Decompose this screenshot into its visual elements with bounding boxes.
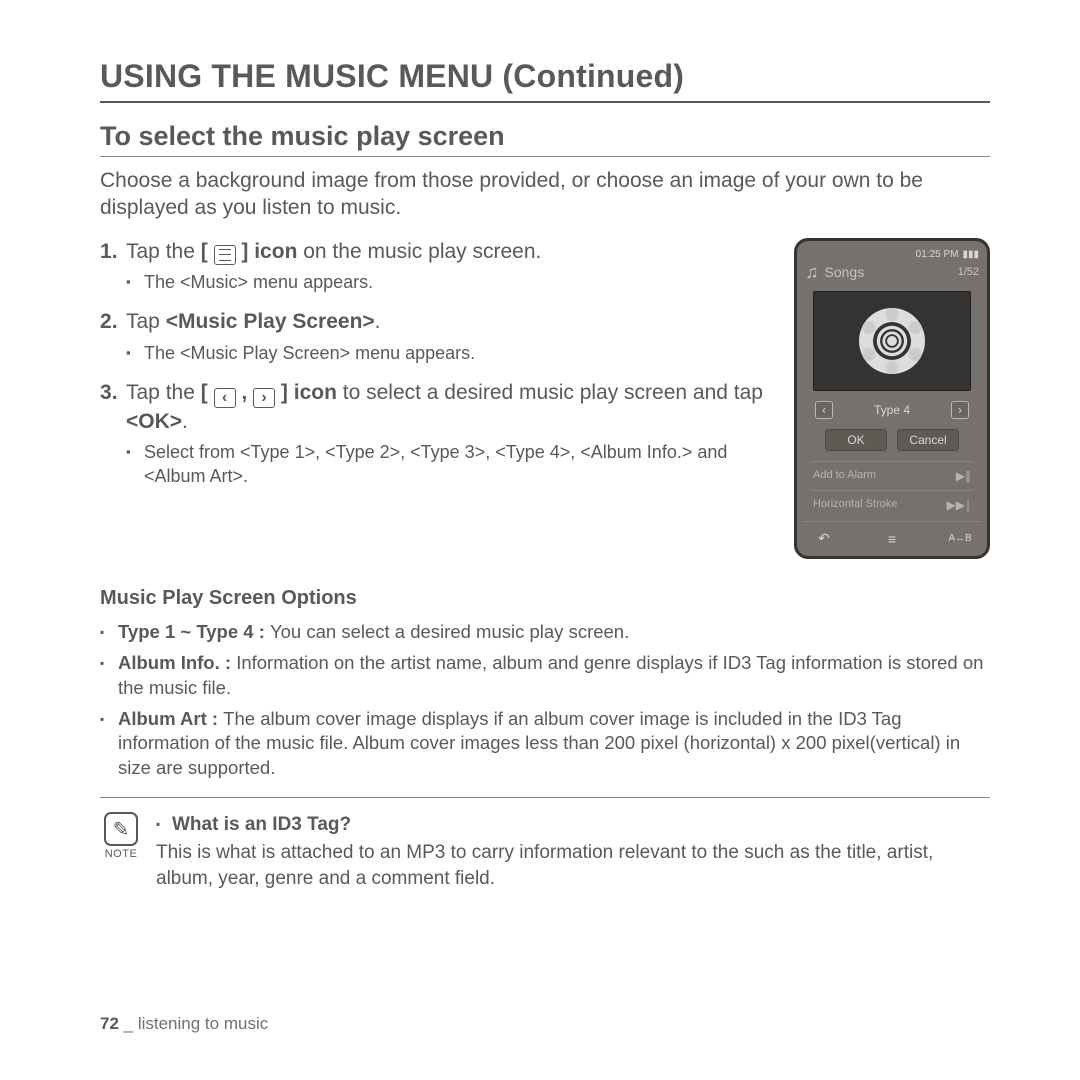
step-2: Tap <Music Play Screen>. The <Music Play…: [100, 308, 770, 365]
back-icon: ↶: [813, 530, 835, 548]
device-row-1: Add to Alarm: [813, 469, 876, 483]
step-2-bold: <Music Play Screen>: [166, 310, 375, 333]
intro-paragraph: Choose a background image from those pro…: [100, 167, 990, 222]
step-3-sub: Select from <Type 1>, <Type 2>, <Type 3>…: [126, 441, 770, 488]
note-badge: ✎ NOTE: [100, 812, 142, 860]
device-type-label: Type 4: [874, 403, 910, 417]
options-list: Type 1 ~ Type 4 : You can select a desir…: [100, 620, 990, 799]
step-3-text-e: .: [182, 410, 188, 433]
step-3-text-a: Tap the: [126, 381, 201, 404]
option-albumart-body: The album cover image displays if an alb…: [118, 708, 960, 779]
option-type: Type 1 ~ Type 4 : You can select a desir…: [100, 620, 990, 645]
step-3-text-c: to select a desired music play screen an…: [337, 381, 763, 404]
chapter-name: listening to music: [138, 1014, 268, 1033]
step-2-sub: The <Music Play Screen> menu appears.: [126, 342, 770, 365]
step-2-text-a: Tap: [126, 310, 166, 333]
note-question: What is an ID3 Tag?: [156, 812, 990, 838]
option-albuminfo-lead: Album Info. :: [118, 652, 236, 673]
page-title: USING THE MUSIC MENU (Continued): [100, 58, 990, 103]
device-album-art: [813, 291, 971, 391]
step-1: Tap the [ ] icon on the music play scree…: [100, 238, 770, 295]
section-title: To select the music play screen: [100, 121, 990, 157]
options-title: Music Play Screen Options: [100, 587, 990, 610]
list-icon: ≡: [881, 530, 903, 548]
option-album-art: Album Art : The album cover image displa…: [100, 707, 990, 782]
note-body: This is what is attached to an MP3 to ca…: [156, 840, 990, 891]
left-arrow-icon: [214, 388, 236, 408]
right-arrow-icon: [253, 388, 275, 408]
menu-icon: [214, 245, 236, 265]
step-3: Tap the [ , ] icon to select a desired m…: [100, 379, 770, 488]
ab-repeat-icon: A↔B: [949, 530, 971, 548]
device-ok-button: OK: [825, 429, 887, 451]
device-row-2: Horizontal Stroke: [813, 498, 897, 512]
music-note-icon: ♫: [805, 262, 819, 283]
battery-icon: ▮▮▮: [962, 249, 979, 260]
page-number: 72: [100, 1014, 119, 1033]
step-1-text-b: icon: [248, 240, 297, 263]
note-icon: ✎: [104, 812, 138, 846]
device-cancel-button: Cancel: [897, 429, 959, 451]
device-mock: 01:25 PM ▮▮▮ ♫ Songs 1/52 ‹ Type 4 › OK …: [794, 238, 990, 559]
footer-sep: _: [119, 1014, 138, 1033]
step-1-text-a: Tap the: [126, 240, 201, 263]
page-footer: 72 _ listening to music: [100, 1014, 268, 1034]
device-prev-icon: ‹: [815, 401, 833, 419]
step-3-text-b: icon: [288, 381, 337, 404]
step-3-ok: <OK>: [126, 410, 182, 433]
option-albuminfo-body: Information on the artist name, album an…: [118, 652, 983, 698]
playpause-icon: ▶∥: [956, 469, 971, 483]
option-type-body: You can select a desired music play scre…: [270, 621, 629, 642]
next-track-icon: ▶▶∣: [947, 498, 971, 512]
step-1-text-c: on the music play screen.: [297, 240, 541, 263]
device-counter: 1/52: [958, 266, 979, 278]
step-2-text-c: .: [375, 310, 381, 333]
option-album-info: Album Info. : Information on the artist …: [100, 651, 990, 701]
option-albumart-lead: Album Art :: [118, 708, 223, 729]
device-header: Songs: [825, 264, 865, 280]
option-type-lead: Type 1 ~ Type 4 :: [118, 621, 270, 642]
device-time: 01:25 PM: [916, 249, 959, 260]
device-next-icon: ›: [951, 401, 969, 419]
step-1-sub: The <Music> menu appears.: [126, 271, 770, 294]
note-label: NOTE: [100, 848, 142, 860]
